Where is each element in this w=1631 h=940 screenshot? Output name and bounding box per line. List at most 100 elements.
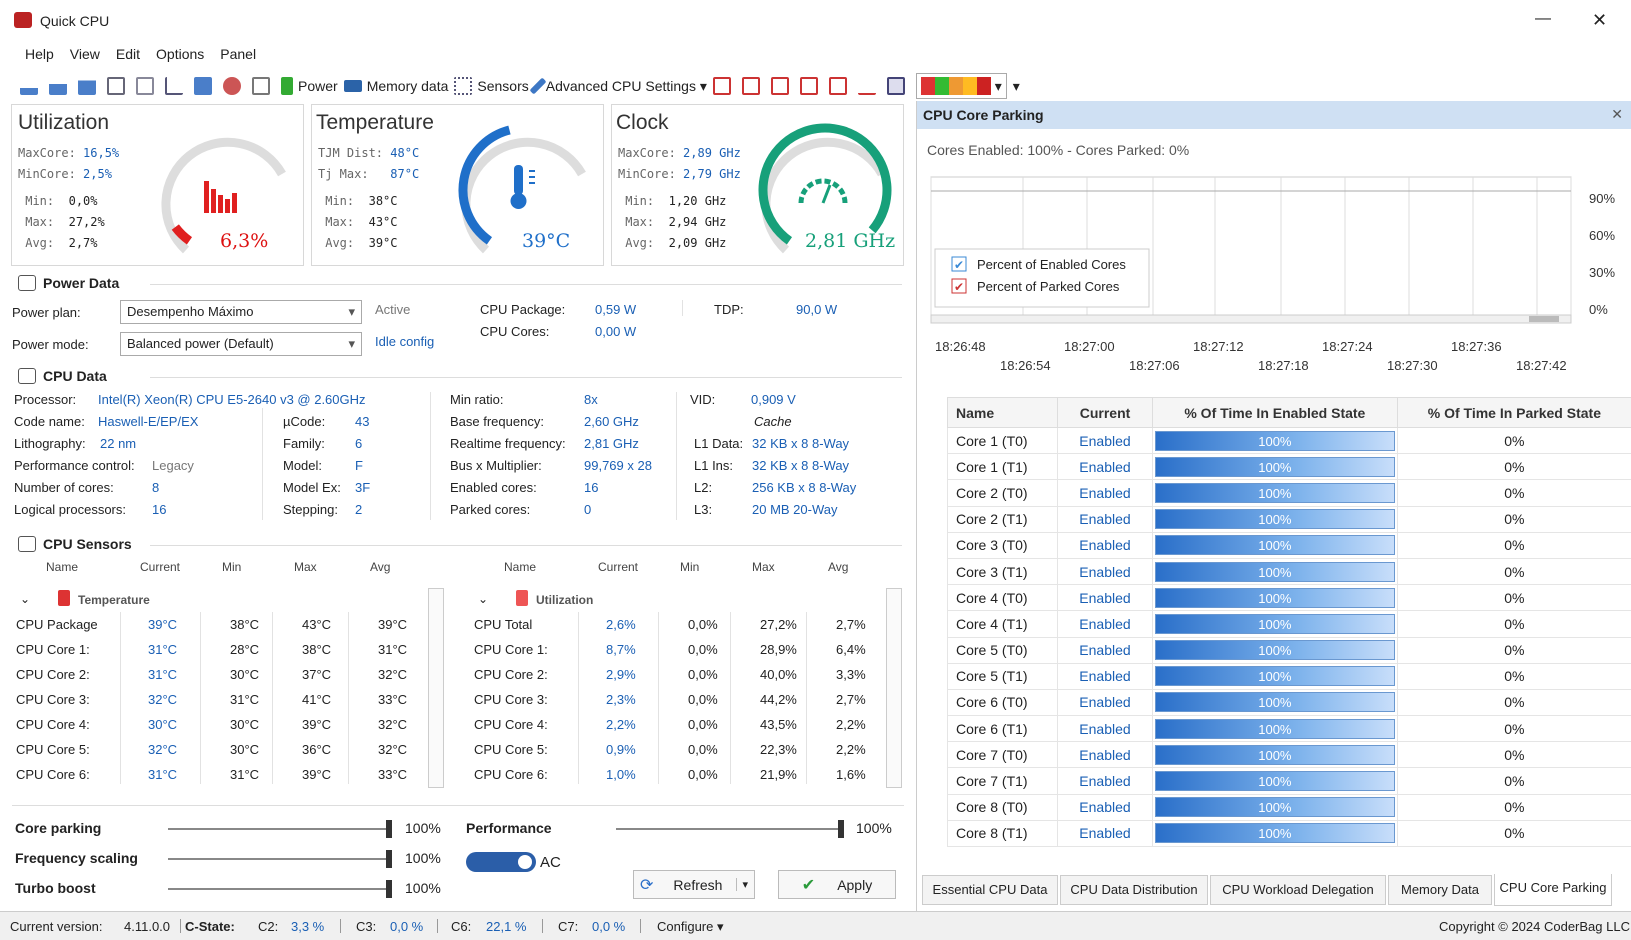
table-row[interactable]: Core 5 (T0) Enabled 100% 0%: [947, 636, 1631, 664]
sensor-col-avg[interactable]: Avg: [370, 560, 390, 574]
sensor-col-max[interactable]: Max: [294, 560, 317, 574]
window-icon-2[interactable]: [741, 73, 765, 99]
column-header[interactable]: % Of Time In Enabled State: [1152, 397, 1398, 428]
status-separator: [340, 919, 341, 933]
utilization-title: Utilization: [18, 111, 110, 134]
idle-config-link[interactable]: Idle config: [375, 334, 434, 349]
table-row[interactable]: Core 2 (T0) Enabled 100% 0%: [947, 479, 1631, 507]
configure-menu[interactable]: Configure ▾: [657, 919, 724, 935]
enabled-progress-bar: 100%: [1155, 823, 1395, 844]
close-panel-icon[interactable]: ✕: [1611, 106, 1623, 123]
menu-panel[interactable]: Panel: [220, 46, 256, 62]
performance-slider-track[interactable]: [616, 828, 841, 830]
table-row[interactable]: Core 8 (T1) Enabled 100% 0%: [947, 819, 1631, 848]
table-row[interactable]: Core 2 (T1) Enabled 100% 0%: [947, 505, 1631, 533]
bar-chart-icon-2[interactable]: [49, 73, 72, 99]
sensor-scrollbar[interactable]: [428, 588, 444, 788]
chart-settings-icon[interactable]: [165, 73, 188, 99]
columns-icon[interactable]: [770, 73, 794, 99]
column-header[interactable]: Current: [1057, 397, 1153, 428]
image-icon[interactable]: [136, 73, 159, 99]
avg-value: 2,09 GHz: [668, 236, 727, 250]
color-theme-dropdown[interactable]: ▾: [915, 73, 1007, 99]
refresh-button[interactable]: ⟳ Refresh ▾: [633, 870, 755, 899]
parking-slider-track[interactable]: [168, 828, 388, 830]
restore-icon[interactable]: [828, 73, 852, 99]
chart-scroll-thumb[interactable]: [1529, 316, 1559, 322]
window-icon-1[interactable]: [712, 73, 736, 99]
rows-icon[interactable]: [799, 73, 823, 99]
sensor-col-min[interactable]: Min: [680, 560, 699, 574]
minimize-button[interactable]: —: [1535, 10, 1551, 28]
menu-edit[interactable]: Edit: [116, 46, 140, 62]
table-row[interactable]: Core 1 (T1) Enabled 100% 0%: [947, 453, 1631, 481]
collapse-chevron-icon[interactable]: ⌄: [478, 592, 488, 606]
column-header[interactable]: Name: [947, 397, 1058, 428]
close-button[interactable]: ✕: [1592, 10, 1607, 31]
table-row[interactable]: Core 7 (T0) Enabled 100% 0%: [947, 741, 1631, 769]
menu-help[interactable]: Help: [25, 46, 54, 62]
document-icon[interactable]: [252, 73, 275, 99]
sensor-col-name[interactable]: Name: [504, 560, 536, 574]
cpu-icon[interactable]: [223, 73, 246, 99]
sensors-button[interactable]: Sensors: [454, 73, 529, 99]
chart-scrollbar[interactable]: [930, 314, 1572, 324]
tab-cpu-data-distribution[interactable]: CPU Data Distribution: [1060, 875, 1208, 905]
freq-slider-thumb[interactable]: [386, 850, 392, 868]
core-name: Core 3 (T1): [947, 557, 1058, 586]
table-row[interactable]: Core 8 (T0) Enabled 100% 0%: [947, 793, 1631, 821]
turbo-slider-thumb[interactable]: [386, 880, 392, 898]
table-row[interactable]: Core 7 (T1) Enabled 100% 0%: [947, 767, 1631, 795]
sensor-cell: 43,5%: [760, 717, 797, 732]
table-row[interactable]: Core 6 (T0) Enabled 100% 0%: [947, 688, 1631, 717]
sensor-col-current[interactable]: Current: [598, 560, 638, 574]
c3-label: C3:: [356, 919, 377, 934]
freq-slider-track[interactable]: [168, 858, 388, 860]
tab-essential-cpu-data[interactable]: Essential CPU Data: [922, 875, 1058, 905]
sensor-col-current[interactable]: Current: [140, 560, 180, 574]
sensor-scrollbar[interactable]: [886, 588, 902, 788]
apply-button[interactable]: ✔ Apply: [778, 870, 896, 899]
table-row[interactable]: Core 3 (T0) Enabled 100% 0%: [947, 531, 1631, 559]
settings-icon[interactable]: [107, 73, 130, 99]
power-button[interactable]: Power: [281, 73, 338, 99]
turbo-slider-track[interactable]: [168, 888, 388, 890]
performance-slider-thumb[interactable]: [838, 820, 844, 838]
sensor-cell: 0,0%: [688, 692, 718, 707]
ac-toggle[interactable]: [466, 852, 536, 872]
refresh-dropdown-icon[interactable]: ▾: [736, 878, 748, 891]
parking-slider-thumb[interactable]: [386, 820, 392, 838]
sensor-col-min[interactable]: Min: [222, 560, 241, 574]
sensor-col-name[interactable]: Name: [46, 560, 78, 574]
table-row[interactable]: Core 5 (T1) Enabled 100% 0%: [947, 662, 1631, 690]
power-mode-select[interactable]: Balanced power (Default): [120, 332, 362, 356]
memory-data-button[interactable]: Memory data: [343, 73, 448, 99]
legend-entry: Percent of Enabled Cores: [977, 257, 1126, 272]
sensor-col-avg[interactable]: Avg: [828, 560, 848, 574]
collapse-chevron-icon[interactable]: ⌄: [20, 592, 30, 606]
sensor-name: CPU Core 2:: [16, 667, 90, 682]
tab-cpu-workload-delegation[interactable]: CPU Workload Delegation: [1210, 875, 1386, 905]
table-row[interactable]: Core 3 (T1) Enabled 100% 0%: [947, 557, 1631, 586]
table-row[interactable]: Core 1 (T0) Enabled 100% 0%: [947, 426, 1631, 455]
panel-icon[interactable]: [886, 73, 910, 99]
advanced-cpu-settings-button[interactable]: Advanced CPU Settings ▾: [529, 73, 707, 99]
tab-memory-data[interactable]: Memory Data: [1388, 875, 1492, 905]
bar-chart-icon[interactable]: [20, 73, 43, 99]
table-row[interactable]: Core 4 (T1) Enabled 100% 0%: [947, 610, 1631, 638]
tab-cpu-core-parking[interactable]: CPU Core Parking: [1494, 874, 1612, 906]
model-label: Model:: [283, 458, 323, 473]
trend-icon[interactable]: [857, 73, 881, 99]
sensor-cell: 2,2%: [836, 717, 866, 732]
monitor-icon[interactable]: [194, 73, 217, 99]
table-row[interactable]: Core 4 (T0) Enabled 100% 0%: [947, 584, 1631, 612]
bar-chart-icon-3[interactable]: [78, 73, 101, 99]
menu-view[interactable]: View: [70, 46, 100, 62]
power-plan-select[interactable]: Desempenho Máximo: [120, 300, 362, 324]
menu-options[interactable]: Options: [156, 46, 204, 62]
toolbar-overflow[interactable]: ▾: [1013, 73, 1020, 99]
max-value: 27,2%: [68, 215, 105, 229]
sensor-col-max[interactable]: Max: [752, 560, 775, 574]
column-header[interactable]: % Of Time In Parked State: [1396, 397, 1631, 428]
table-row[interactable]: Core 6 (T1) Enabled 100% 0%: [947, 715, 1631, 743]
